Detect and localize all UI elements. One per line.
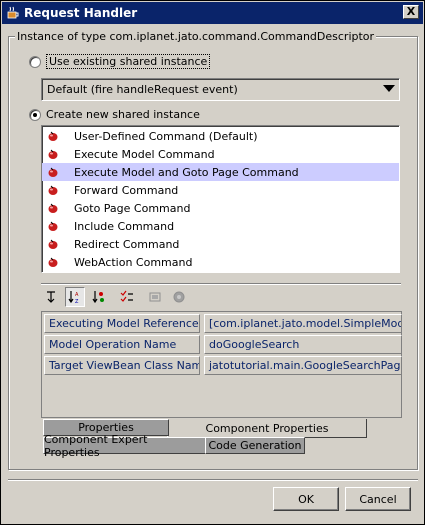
list-item-label: Execute Model Command — [74, 147, 215, 161]
help-icon — [173, 291, 185, 303]
chevron-down-icon[interactable] — [383, 85, 395, 92]
divider — [41, 283, 401, 285]
list-item-label: Redirect Command — [74, 237, 180, 251]
bean-icon — [48, 149, 58, 159]
tab-component-expert-properties[interactable]: Component Expert Properties — [43, 433, 206, 459]
title-bar: Request Handler X — [2, 2, 423, 24]
list-item[interactable]: Redirect Command — [42, 235, 399, 253]
bean-icon — [48, 131, 58, 141]
request-handler-dialog: Request Handler X Instance of type com.i… — [0, 0, 425, 525]
property-row: Model Operation Name doGoogleSearch — [44, 335, 402, 354]
list-item-label: Forward Command — [74, 183, 179, 197]
cancel-button[interactable]: Cancel — [345, 487, 411, 511]
list-item[interactable]: Forward Command — [42, 181, 399, 199]
svg-text:A: A — [75, 292, 79, 298]
bean-icon — [48, 239, 58, 249]
cancel-label: Cancel — [359, 492, 397, 506]
list-item[interactable]: Goto Page Command — [42, 199, 399, 217]
close-button[interactable]: X — [403, 5, 419, 19]
list-item-label: Execute Model and Goto Page Command — [74, 165, 299, 179]
create-new-label: Create new shared instance — [46, 108, 200, 121]
property-sheet: Executing Model Reference [com.iplanet.ja… — [41, 311, 402, 418]
list-item-label: Goto Page Command — [74, 201, 191, 215]
list-item[interactable]: Execute Model and Goto Page Command — [42, 163, 399, 181]
customizer-button[interactable] — [145, 287, 165, 307]
list-item[interactable]: Execute Model Command — [42, 145, 399, 163]
svg-text:Z: Z — [75, 299, 79, 304]
property-name: Model Operation Name — [44, 335, 200, 354]
bean-icon — [48, 167, 58, 177]
tab-label: Code Generation — [208, 439, 302, 452]
tab-code-generation[interactable]: Code Generation — [205, 437, 305, 454]
property-value[interactable]: [com.iplanet.jato.model.SimpleModelRefer… — [204, 314, 402, 333]
property-name: Target ViewBean Class Name — [44, 356, 200, 375]
property-value[interactable]: jatotutorial.main.GoogleSearchPage — [204, 356, 402, 375]
property-row: Executing Model Reference [com.iplanet.ja… — [44, 314, 402, 333]
tab-label: Component Properties — [205, 421, 329, 435]
tab-label: Component Expert Properties — [44, 432, 148, 459]
bean-icon — [48, 257, 58, 267]
property-value[interactable]: doGoogleSearch — [204, 335, 402, 354]
create-new-radio[interactable]: Create new shared instance — [29, 108, 200, 121]
list-item-label: WebAction Command — [74, 255, 193, 269]
window-title: Request Handler — [24, 6, 138, 20]
bean-icon — [48, 203, 58, 213]
existing-instance-dropdown[interactable]: Default (fire handleRequest event) — [41, 78, 400, 101]
help-button[interactable] — [169, 287, 189, 307]
customizer-icon — [149, 292, 161, 302]
list-item[interactable]: User-Defined Command (Default) — [42, 127, 399, 145]
ok-button[interactable]: OK — [273, 487, 339, 511]
list-item-label: User-Defined Command (Default) — [74, 129, 258, 143]
property-row: Target ViewBean Class Name jatotutorial.m… — [44, 356, 402, 375]
bottom-divider — [8, 479, 418, 481]
ok-label: OK — [298, 492, 314, 506]
command-list[interactable]: User-Defined Command (Default) Execute Mo… — [41, 125, 400, 273]
bean-icon — [48, 185, 58, 195]
bean-icon — [48, 221, 58, 231]
property-toolbar: A Z — [41, 287, 189, 307]
radio-circle[interactable] — [29, 55, 41, 68]
list-item[interactable]: Include Command — [42, 217, 399, 235]
property-name: Executing Model Reference — [44, 314, 200, 333]
list-item-label: Include Command — [74, 219, 175, 233]
list-item[interactable]: WebAction Command — [42, 253, 399, 271]
sort-by-type-icon — [92, 291, 104, 304]
unsorted-icon — [47, 291, 55, 303]
dropdown-value: Default (fire handleRequest event) — [47, 83, 238, 96]
coffee-cup-icon — [6, 6, 20, 20]
property-list-icon — [120, 290, 133, 302]
radio-circle-checked[interactable] — [29, 108, 41, 121]
close-icon: X — [406, 5, 416, 18]
use-existing-radio[interactable]: Use existing shared instance — [29, 54, 211, 69]
sort-by-name-button[interactable]: A Z — [65, 287, 85, 307]
unsorted-button[interactable] — [41, 287, 61, 307]
use-existing-label: Use existing shared instance — [46, 54, 211, 69]
property-list-button[interactable] — [117, 287, 137, 307]
sort-by-name-icon: A Z — [68, 291, 79, 304]
sort-by-type-button[interactable] — [89, 287, 109, 307]
group-legend: Instance of type com.iplanet.jato.comman… — [15, 30, 377, 43]
